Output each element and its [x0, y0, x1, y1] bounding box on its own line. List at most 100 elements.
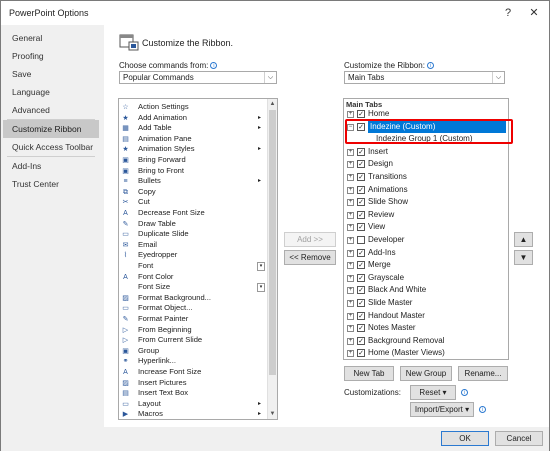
expand-icon[interactable]: + [347, 148, 354, 156]
command-item[interactable]: ☆ Action Settings [119, 102, 269, 113]
command-item[interactable]: Font Size ▾ [119, 282, 269, 293]
expand-icon[interactable]: + [347, 350, 354, 358]
sidebar-item-general[interactable]: General [3, 29, 99, 47]
command-item[interactable]: ▤ Insert Text Box [119, 388, 269, 399]
command-item[interactable]: ▤ Animation Pane [119, 134, 269, 145]
command-item[interactable]: ✎ Format Painter [119, 314, 269, 325]
tab-checkbox[interactable]: ✓ [357, 110, 365, 118]
customize-ribbon-dropdown[interactable]: Main Tabs ⌵ [344, 71, 505, 84]
expand-icon[interactable]: + [347, 274, 354, 282]
ribbon-tab-item[interactable]: + ✓ Add-Ins [344, 247, 508, 260]
ribbon-tab-item[interactable]: + ✓ Insert [344, 146, 508, 159]
expand-icon[interactable]: + [347, 111, 354, 118]
command-item[interactable]: ▷ From Beginning [119, 325, 269, 336]
sidebar-item-add-ins[interactable]: Add-Ins [3, 157, 99, 175]
command-item[interactable]: ▶ Macros ▸ [119, 409, 269, 419]
tab-checkbox[interactable]: ✓ [357, 160, 365, 169]
sidebar-item-save[interactable]: Save [3, 65, 99, 83]
command-item[interactable]: ✉ Email [119, 240, 269, 251]
ribbon-tab-item[interactable]: + ✓ Animations [344, 184, 508, 197]
help-button[interactable]: ? [495, 3, 521, 23]
ribbon-tab-item[interactable]: + ✓ Slide Show [344, 196, 508, 209]
command-item[interactable]: ★ Animation Styles ▸ [119, 144, 269, 155]
tab-checkbox[interactable]: ✓ [357, 261, 365, 270]
ok-button[interactable]: OK [441, 431, 489, 446]
tab-checkbox[interactable]: ✓ [357, 286, 365, 295]
tab-checkbox[interactable]: ✓ [357, 311, 365, 320]
command-item[interactable]: ▨ Insert Pictures [119, 378, 269, 389]
ribbon-tab-item[interactable]: + ✓ Background Removal [344, 335, 508, 348]
ribbon-tab-item[interactable]: + ✓ Notes Master [344, 322, 508, 335]
close-button[interactable]: ✕ [521, 3, 547, 23]
expand-icon[interactable]: + [347, 161, 354, 169]
move-up-button[interactable]: ▲ [514, 232, 533, 247]
expand-icon[interactable]: + [347, 199, 354, 207]
command-item[interactable]: ▭ Format Object... [119, 303, 269, 314]
sidebar-item-quick-access-toolbar[interactable]: Quick Access Toolbar [3, 138, 99, 156]
scroll-up-icon[interactable]: ▲ [268, 99, 277, 109]
ribbon-tab-item[interactable]: + Developer [344, 234, 508, 247]
new-group-button[interactable]: New Group [400, 366, 452, 381]
command-item[interactable]: A Decrease Font Size [119, 208, 269, 219]
command-item[interactable]: ★ Add Animation ▸ [119, 113, 269, 124]
tab-checkbox[interactable] [357, 236, 365, 244]
sidebar-item-advanced[interactable]: Advanced [3, 101, 99, 119]
tab-checkbox[interactable]: ✓ [357, 223, 365, 232]
command-item[interactable]: ▷ From Current Slide [119, 335, 269, 346]
choose-commands-dropdown[interactable]: Popular Commands ⌵ [119, 71, 277, 84]
sidebar-item-trust-center[interactable]: Trust Center [3, 175, 99, 193]
expand-icon[interactable]: + [347, 224, 354, 232]
command-item[interactable]: ⌇ Eyedropper [119, 250, 269, 261]
expand-icon[interactable]: + [347, 186, 354, 194]
tab-checkbox[interactable]: ✓ [357, 248, 365, 257]
ribbon-tab-item[interactable]: + ✓ Slide Master [344, 297, 508, 310]
command-item[interactable]: ⧉ Copy [119, 187, 269, 198]
command-item[interactable]: A Increase Font Size [119, 367, 269, 378]
sidebar-item-customize-ribbon[interactable]: Customize Ribbon [3, 120, 99, 138]
remove-button[interactable]: << Remove [284, 250, 336, 265]
command-item[interactable]: ▭ Layout ▸ [119, 399, 269, 410]
ribbon-tab-item[interactable]: + ✓ Grayscale [344, 272, 508, 285]
commands-list[interactable]: ☆ Action Settings ★ Add Animation ▸ ▦ Add Tabl… [118, 98, 278, 420]
expand-icon[interactable]: + [347, 249, 354, 257]
ribbon-tab-item[interactable]: + ✓ Merge [344, 259, 508, 272]
tab-checkbox[interactable]: ✓ [357, 198, 365, 207]
new-tab-button[interactable]: New Tab [344, 366, 394, 381]
expand-icon[interactable]: + [347, 287, 354, 295]
tab-checkbox[interactable]: ✓ [357, 273, 365, 282]
ribbon-tab-item[interactable]: + ✓ Design [344, 158, 508, 171]
expand-icon[interactable]: + [347, 237, 354, 244]
ribbon-tab-item[interactable]: + ✓ View [344, 221, 508, 234]
expand-icon[interactable]: + [347, 337, 354, 345]
command-item[interactable]: ▣ Bring to Front [119, 166, 269, 177]
tab-checkbox[interactable]: ✓ [357, 147, 365, 156]
command-item[interactable]: ▣ Bring Forward [119, 155, 269, 166]
tab-checkbox[interactable]: ✓ [357, 349, 365, 358]
command-item[interactable]: ✂ Cut [119, 197, 269, 208]
tab-checkbox[interactable]: ✓ [357, 336, 365, 345]
add-button[interactable]: Add >> [284, 232, 336, 247]
scroll-thumb[interactable] [269, 110, 276, 375]
sidebar-item-language[interactable]: Language [3, 83, 99, 101]
command-item[interactable]: ▦ Add Table ▸ [119, 123, 269, 134]
expand-icon[interactable]: + [347, 262, 354, 270]
expand-icon[interactable]: + [347, 312, 354, 320]
ribbon-tab-item[interactable]: + ✓ Handout Master [344, 310, 508, 323]
tab-checkbox[interactable]: ✓ [357, 299, 365, 307]
tab-checkbox[interactable]: ✓ [357, 185, 365, 194]
ribbon-tab-item[interactable]: + ✓ Home (Master Views) [344, 347, 508, 359]
command-item[interactable]: ▣ Group [119, 346, 269, 357]
command-item[interactable]: A Font Color [119, 272, 269, 283]
tab-checkbox[interactable]: ✓ [357, 173, 365, 181]
expand-icon[interactable]: + [347, 211, 354, 219]
command-item[interactable]: Font ▾ [119, 261, 269, 272]
command-item[interactable]: ✎ Draw Table [119, 219, 269, 230]
reset-button[interactable]: Reset ▾ [410, 385, 456, 400]
scroll-down-icon[interactable]: ▼ [268, 409, 277, 419]
expand-icon[interactable]: + [347, 325, 354, 333]
sidebar-item-proofing[interactable]: Proofing [3, 47, 99, 65]
command-item[interactable]: ≡ Bullets ▸ [119, 176, 269, 187]
command-item[interactable]: ▨ Format Background... [119, 293, 269, 304]
tab-checkbox[interactable]: ✓ [357, 210, 365, 219]
ribbon-tab-item[interactable]: + ✓ Transitions [344, 171, 508, 184]
